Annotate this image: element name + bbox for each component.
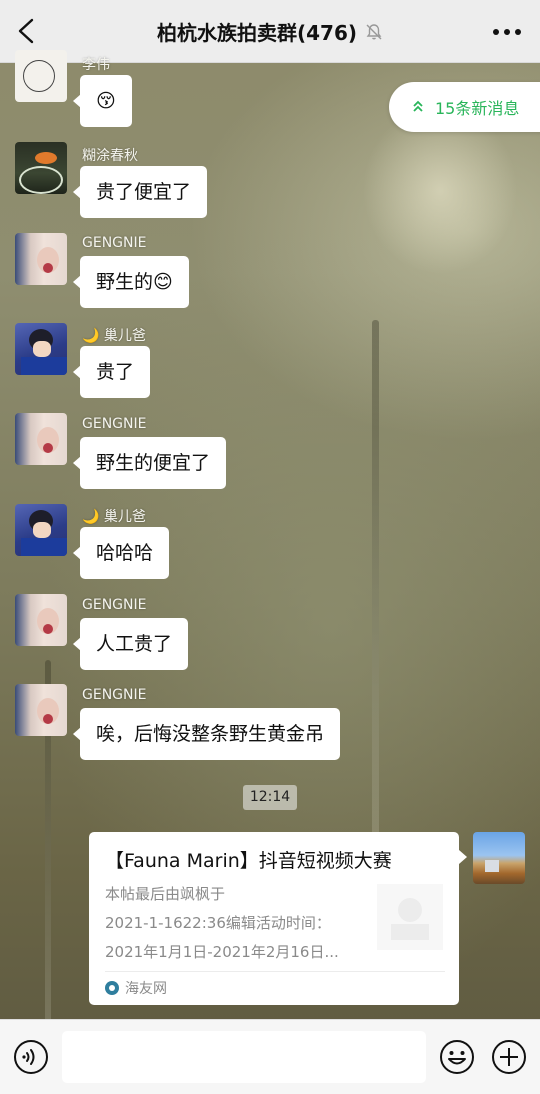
avatar[interactable] <box>15 594 67 646</box>
sender-name: 糊涂春秋 <box>82 148 138 164</box>
card-divider <box>105 971 445 972</box>
sender-name: GENGNIE <box>82 597 147 613</box>
message-bubble[interactable]: 野生的😊 <box>73 256 189 308</box>
sender-name: 🌙 巢儿爸 <box>82 328 146 344</box>
message-bubble[interactable]: 贵了 <box>72 346 151 398</box>
avatar[interactable] <box>15 504 67 556</box>
chat-title-area: 柏杭水族拍卖群(476) <box>0 17 540 46</box>
avatar[interactable] <box>15 684 67 736</box>
card-source: 海友网 <box>105 978 167 998</box>
avatar[interactable] <box>15 413 67 465</box>
my-avatar[interactable] <box>473 832 525 884</box>
source-logo-icon <box>105 981 119 995</box>
voice-input-icon[interactable] <box>13 1039 49 1075</box>
avatar[interactable] <box>15 233 67 285</box>
message-bubble[interactable]: 哈哈哈 <box>72 527 170 579</box>
new-messages-button[interactable]: 15条新消息 <box>389 82 540 132</box>
plus-icon[interactable] <box>491 1039 527 1075</box>
input-bar <box>0 1019 540 1094</box>
more-options-icon[interactable] <box>492 28 522 36</box>
link-card[interactable]: 【Fauna Marin】抖音短视频大赛 本帖最后由飒枫于 2021-1-162… <box>89 832 467 1005</box>
sender-name: 🌙 巢儿爸 <box>82 509 146 525</box>
avatar[interactable] <box>15 142 67 194</box>
sender-name: GENGNIE <box>82 687 147 703</box>
sender-name: GENGNIE <box>82 235 147 251</box>
emoji-icon[interactable] <box>439 1039 475 1075</box>
card-desc-line: 2021-1-1622:36编辑活动时间： <box>105 914 331 932</box>
avatar[interactable] <box>15 50 67 102</box>
message-timestamp: 12:14 <box>243 785 297 810</box>
message-input[interactable] <box>62 1031 426 1083</box>
chat-title: 柏杭水族拍卖群(476) <box>156 21 358 45</box>
card-desc-line: 本帖最后由飒枫于 <box>105 885 226 903</box>
message-bubble[interactable]: 😚 <box>73 75 132 127</box>
message-bubble[interactable]: 野生的便宜了 <box>72 437 227 489</box>
card-source-name: 海友网 <box>125 981 167 997</box>
message-bubble[interactable]: 贵了便宜了 <box>72 166 208 218</box>
card-title: 【Fauna Marin】抖音短视频大赛 <box>105 850 392 872</box>
message-bubble[interactable]: 唉，后悔没整条野生黄金吊 <box>72 708 341 760</box>
new-messages-label: 15条新消息 <box>435 99 520 118</box>
mute-bell-icon <box>366 23 382 39</box>
double-chevron-up-icon <box>413 100 423 112</box>
avatar[interactable] <box>15 323 67 375</box>
top-bar: 柏杭水族拍卖群(476) <box>0 0 540 63</box>
card-thumbnail-image <box>377 884 443 950</box>
background-water-drip <box>372 320 379 880</box>
sender-name: 李伟 <box>82 57 110 73</box>
sender-name: GENGNIE <box>82 416 147 432</box>
card-description: 本帖最后由飒枫于 2021-1-1622:36编辑活动时间： 2021年1月1日… <box>105 880 367 967</box>
message-bubble[interactable]: 人工贵了 <box>72 618 189 670</box>
card-desc-line: 2021年1月1日-2021年2月16日... <box>105 943 339 961</box>
